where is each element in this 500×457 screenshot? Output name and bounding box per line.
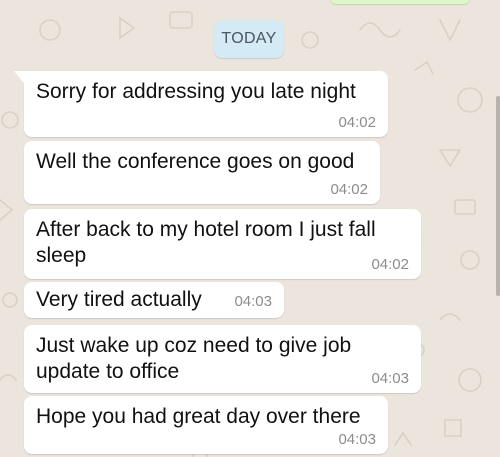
bubble-tail [14,71,24,83]
message-timestamp: 04:03 [371,370,409,387]
message-bubble[interactable]: Hope you had great day over there 04:03 [24,396,388,454]
message-text: Hope you had great day over there [36,405,361,428]
date-divider: TODAY [214,20,284,58]
outgoing-message-bubble-partial [330,0,470,4]
chat-scrollbar[interactable] [496,96,500,296]
message-timestamp: 04:03 [338,431,376,448]
date-divider-label: TODAY [221,30,277,47]
message-bubble[interactable]: Sorry for addressing you late night 04:0… [14,71,388,137]
message-text: Just wake up coz need to give job update… [36,334,358,383]
message-timestamp: 04:02 [330,181,368,198]
message-text: Sorry for addressing you late night [36,80,356,103]
message-bubble[interactable]: Very tired actually 04:03 [24,282,284,318]
message-text: Well the conference goes on good [36,150,355,173]
message-bubble[interactable]: After back to my hotel room I just fall … [24,209,421,279]
message-timestamp: 04:03 [234,293,272,310]
message-text: After back to my hotel room I just fall … [36,218,382,267]
message-bubble[interactable]: Just wake up coz need to give job update… [24,325,421,393]
message-timestamp: 04:02 [338,114,376,131]
message-bubble[interactable]: Well the conference goes on good 04:02 [24,141,380,204]
message-timestamp: 04:02 [371,256,409,273]
